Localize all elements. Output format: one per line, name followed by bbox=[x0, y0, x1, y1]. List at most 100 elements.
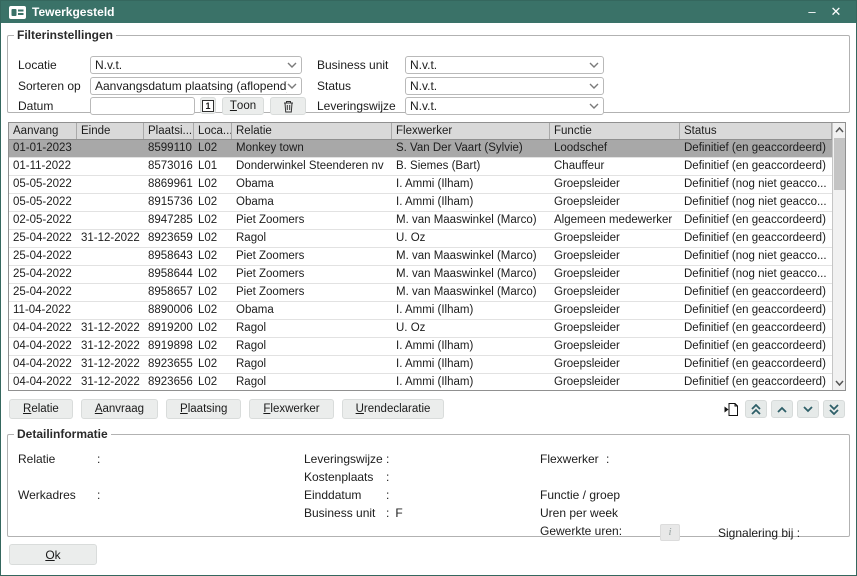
table-cell: Groepsleider bbox=[550, 194, 680, 211]
table-cell: L02 bbox=[194, 248, 232, 265]
table-row[interactable]: 01-01-20238599110L02Monkey townS. Van De… bbox=[9, 140, 832, 158]
detail-leveringswijze: Leveringswijze: bbox=[304, 452, 389, 466]
scroll-up-icon[interactable] bbox=[833, 123, 846, 137]
table-cell: Ragol bbox=[232, 356, 392, 373]
column-header-5[interactable]: Relatie bbox=[232, 123, 392, 139]
next-record-button[interactable] bbox=[797, 400, 819, 418]
table-cell: 8923655 bbox=[144, 356, 194, 373]
locatie-value: N.v.t. bbox=[95, 57, 287, 73]
table-cell: Groepsleider bbox=[550, 374, 680, 390]
window-title: Tewerkgesteld bbox=[32, 5, 800, 19]
table-row[interactable]: 25-04-20228958644L02Piet ZoomersM. van M… bbox=[9, 266, 832, 284]
table-cell: 25-04-2022 bbox=[9, 230, 77, 247]
table-cell: L02 bbox=[194, 212, 232, 229]
table-cell: 8947285 bbox=[144, 212, 194, 229]
sorteren-select[interactable]: Aanvangsdatum plaatsing (aflopend) bbox=[90, 77, 302, 95]
status-select[interactable]: N.v.t. bbox=[405, 77, 604, 95]
column-header-7[interactable]: Functie bbox=[550, 123, 680, 139]
table-cell: Definitief (en geaccordeerd) bbox=[680, 140, 832, 157]
minimize-button[interactable]: – bbox=[800, 2, 824, 22]
tab-flexwerker[interactable]: Flexwerker bbox=[249, 399, 333, 419]
table-row[interactable]: 04-04-202231-12-20228923656L02RagolI. Am… bbox=[9, 374, 832, 390]
table-row[interactable]: 02-05-20228947285L02Piet ZoomersM. van M… bbox=[9, 212, 832, 230]
business-unit-value: N.v.t. bbox=[410, 57, 589, 73]
column-header-8[interactable]: Status bbox=[680, 123, 832, 139]
table-cell: 31-12-2022 bbox=[77, 230, 144, 247]
column-header-2[interactable]: Einde bbox=[77, 123, 144, 139]
column-header-4[interactable]: Loca... bbox=[194, 123, 232, 139]
datum-label: Datum bbox=[18, 97, 53, 115]
clear-filter-button[interactable] bbox=[270, 97, 306, 115]
table-cell: Groepsleider bbox=[550, 302, 680, 319]
datum-input[interactable] bbox=[90, 97, 195, 115]
table-row[interactable]: 25-04-202231-12-20228923659L02RagolU. Oz… bbox=[9, 230, 832, 248]
ok-button[interactable]: Ok bbox=[9, 544, 97, 565]
document-arrow-icon bbox=[724, 402, 739, 417]
table-cell: 05-05-2022 bbox=[9, 194, 77, 211]
tab-aanvraag[interactable]: Aanvraag bbox=[81, 399, 158, 419]
table-row[interactable]: 01-11-20228573016L01Donderwinkel Steende… bbox=[9, 158, 832, 176]
table-cell: 8958644 bbox=[144, 266, 194, 283]
table-cell: M. van Maaswinkel (Marco) bbox=[392, 266, 550, 283]
table-cell: Definitief (en geaccordeerd) bbox=[680, 356, 832, 373]
chevron-down-icon bbox=[589, 103, 599, 109]
table-cell: 01-11-2022 bbox=[9, 158, 77, 175]
table-row[interactable]: 11-04-20228890006L02ObamaI. Ammi (Ilham)… bbox=[9, 302, 832, 320]
table-cell: Ragol bbox=[232, 320, 392, 337]
column-header-3[interactable]: Plaatsi... bbox=[144, 123, 194, 139]
table-cell: Algemeen medewerker bbox=[550, 212, 680, 229]
info-button[interactable]: i bbox=[660, 524, 680, 541]
table-row[interactable]: 25-04-20228958643L02Piet ZoomersM. van M… bbox=[9, 248, 832, 266]
calendar-picker-button[interactable]: 1 bbox=[200, 97, 216, 114]
filter-group: Filterinstellingen Locatie N.v.t. Busine… bbox=[7, 28, 850, 113]
table-cell: I. Ammi (Ilham) bbox=[392, 302, 550, 319]
leveringswijze-select[interactable]: N.v.t. bbox=[405, 97, 604, 115]
close-button[interactable]: ✕ bbox=[824, 2, 848, 22]
goto-record-button[interactable] bbox=[721, 400, 741, 418]
table-cell: Piet Zoomers bbox=[232, 212, 392, 229]
table-cell: 11-04-2022 bbox=[9, 302, 77, 319]
table-cell bbox=[77, 158, 144, 175]
toon-button[interactable]: Toon bbox=[222, 97, 264, 115]
table-cell: L02 bbox=[194, 284, 232, 301]
first-record-button[interactable] bbox=[745, 400, 767, 418]
table-row[interactable]: 05-05-20228915736L02ObamaI. Ammi (Ilham)… bbox=[9, 194, 832, 212]
chevron-down-icon bbox=[287, 83, 297, 89]
locatie-select[interactable]: N.v.t. bbox=[90, 56, 302, 74]
table-row[interactable]: 04-04-202231-12-20228919200L02RagolU. Oz… bbox=[9, 320, 832, 338]
table-row[interactable]: 25-04-20228958657L02Piet ZoomersM. van M… bbox=[9, 284, 832, 302]
table-cell: Groepsleider bbox=[550, 338, 680, 355]
table-cell bbox=[77, 302, 144, 319]
tab-relatie[interactable]: Relatie bbox=[9, 399, 73, 419]
table-row[interactable]: 05-05-20228869961L02ObamaI. Ammi (Ilham)… bbox=[9, 176, 832, 194]
table-cell: 04-04-2022 bbox=[9, 320, 77, 337]
business-unit-select[interactable]: N.v.t. bbox=[405, 56, 604, 74]
table-cell: L02 bbox=[194, 374, 232, 390]
table-row[interactable]: 04-04-202231-12-20228919898L02RagolI. Am… bbox=[9, 338, 832, 356]
table-cell: 01-01-2023 bbox=[9, 140, 77, 157]
table-cell: 25-04-2022 bbox=[9, 248, 77, 265]
detail-business-unit: Business unit:F bbox=[304, 506, 403, 520]
detail-business-unit-value: F bbox=[395, 506, 402, 520]
table-cell: 8958643 bbox=[144, 248, 194, 265]
double-chevron-up-icon bbox=[750, 404, 762, 415]
column-header-6[interactable]: Flexwerker bbox=[392, 123, 550, 139]
tab-urendeclaratie[interactable]: Urendeclaratie bbox=[342, 399, 445, 419]
scroll-down-icon[interactable] bbox=[833, 376, 846, 390]
table-scrollbar[interactable] bbox=[832, 123, 845, 390]
table-cell: 25-04-2022 bbox=[9, 266, 77, 283]
tab-plaatsing[interactable]: Plaatsing bbox=[166, 399, 241, 419]
detail-flexwerker: Flexwerker: bbox=[540, 452, 609, 466]
table-cell: Groepsleider bbox=[550, 176, 680, 193]
last-record-button[interactable] bbox=[823, 400, 845, 418]
chevron-down-icon bbox=[589, 83, 599, 89]
column-header-1[interactable]: Aanvang bbox=[9, 123, 77, 139]
table-cell: Definitief (nog niet geacco... bbox=[680, 194, 832, 211]
table-cell: 8599110 bbox=[144, 140, 194, 157]
table-cell: I. Ammi (Ilham) bbox=[392, 176, 550, 193]
table-cell: Definitief (en geaccordeerd) bbox=[680, 284, 832, 301]
previous-record-button[interactable] bbox=[771, 400, 793, 418]
table-cell: Definitief (en geaccordeerd) bbox=[680, 212, 832, 229]
table-row[interactable]: 04-04-202231-12-20228923655L02RagolI. Am… bbox=[9, 356, 832, 374]
scrollbar-thumb[interactable] bbox=[834, 138, 845, 190]
